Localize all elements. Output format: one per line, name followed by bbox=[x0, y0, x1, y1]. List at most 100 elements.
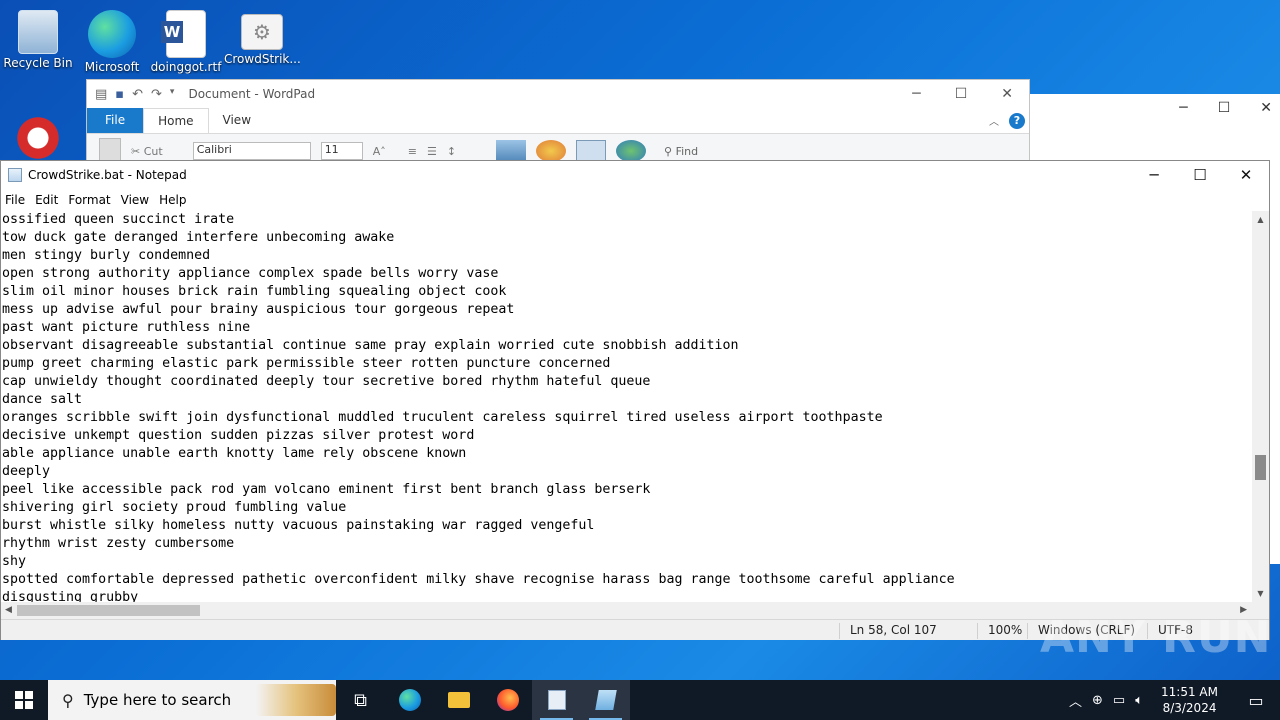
taskbar-edge[interactable] bbox=[385, 680, 434, 720]
wordpad-close-icon[interactable]: ✕ bbox=[1001, 86, 1013, 102]
desktop-icon-crowdstrike[interactable]: ⚙ CrowdStrik... bbox=[224, 6, 300, 66]
text-line: tow duck gate deranged interfere unbecom… bbox=[2, 230, 395, 245]
anyrun-watermark: ANY RUN bbox=[1040, 612, 1272, 663]
notepad-minimize-icon[interactable]: ─ bbox=[1131, 166, 1177, 184]
text-line: past want picture ruthless nine bbox=[2, 320, 251, 335]
text-line: ossified queen succinct irate bbox=[2, 212, 235, 227]
scroll-left-icon[interactable]: ◀ bbox=[5, 602, 12, 619]
redo-icon[interactable]: ↷ bbox=[151, 87, 162, 102]
wordpad-title: Document - WordPad bbox=[188, 87, 316, 101]
collapse-ribbon-icon[interactable]: ︿ bbox=[989, 113, 999, 128]
word-document-icon: W bbox=[161, 10, 206, 58]
task-view-icon: ⧉ bbox=[354, 689, 367, 711]
maximize-icon[interactable]: ☐ bbox=[1218, 100, 1231, 116]
status-zoom: 100% bbox=[977, 623, 1022, 639]
network-adapter-icon[interactable]: ⊕ bbox=[1092, 693, 1103, 708]
taskbar-firefox[interactable] bbox=[483, 680, 532, 720]
word-badge-icon: W bbox=[161, 21, 183, 43]
taskbar-search-box[interactable]: ⚲ Type here to search bbox=[48, 680, 336, 720]
menu-file[interactable]: File bbox=[1, 193, 30, 207]
horizontal-scroll-thumb[interactable] bbox=[17, 605, 200, 616]
notepad-close-icon[interactable]: ✕ bbox=[1223, 166, 1269, 184]
notepad-maximize-icon[interactable]: ☐ bbox=[1177, 166, 1223, 184]
minimize-icon[interactable]: ─ bbox=[1179, 100, 1187, 116]
desktop-icon-recycle-bin[interactable]: Recycle Bin bbox=[0, 6, 76, 70]
menu-view[interactable]: View bbox=[116, 193, 154, 207]
close-icon[interactable]: ✕ bbox=[1260, 100, 1272, 116]
undo-icon[interactable]: ↶ bbox=[132, 87, 143, 102]
wordpad-minimize-icon[interactable]: ─ bbox=[912, 86, 920, 102]
wordpad-icon bbox=[547, 690, 566, 710]
ccleaner-icon bbox=[14, 114, 62, 162]
wordpad-window: ▤ ▪ ↶ ↷ ▾ Document - WordPad ─ ☐ ✕ File … bbox=[86, 79, 1030, 169]
notepad-window: CrowdStrike.bat - Notepad ─ ☐ ✕ File Edi… bbox=[0, 160, 1270, 640]
font-size-select[interactable]: 11 bbox=[320, 142, 363, 160]
edge-icon bbox=[398, 689, 421, 711]
text-line: peel like accessible pack rod yam volcan… bbox=[2, 482, 651, 497]
menu-format[interactable]: Format bbox=[63, 193, 115, 207]
notepad-icon bbox=[594, 690, 617, 710]
start-button[interactable] bbox=[0, 680, 48, 720]
desktop-icon-doinggot[interactable]: W doinggot.rtf bbox=[148, 6, 224, 74]
edge-icon bbox=[88, 10, 136, 58]
scroll-up-icon[interactable]: ▲ bbox=[1252, 211, 1269, 228]
insert-object-icon[interactable] bbox=[616, 140, 647, 162]
notepad-menubar: File Edit Format View Help bbox=[1, 189, 1269, 211]
desktop-icon-ccleaner[interactable] bbox=[0, 110, 76, 164]
paint-icon[interactable] bbox=[536, 140, 567, 162]
text-line: able appliance unable earth knotty lame … bbox=[2, 446, 467, 461]
show-hidden-icons-icon[interactable]: ︿ bbox=[1069, 691, 1082, 710]
text-line: cap unwieldy thought coordinated deeply … bbox=[2, 374, 651, 389]
desktop-icon-label: doinggot.rtf bbox=[150, 60, 222, 74]
text-line: pump greet charming elastic park permiss… bbox=[2, 356, 611, 371]
text-line: observant disagreeable substantial conti… bbox=[2, 338, 739, 353]
wordpad-maximize-icon[interactable]: ☐ bbox=[955, 86, 968, 102]
scroll-down-icon[interactable]: ▼ bbox=[1252, 585, 1269, 602]
recycle-bin-icon bbox=[18, 10, 58, 54]
line-spacing-icon[interactable]: ↕ bbox=[447, 145, 456, 158]
taskbar-wordpad[interactable] bbox=[532, 680, 581, 720]
vertical-scroll-thumb[interactable] bbox=[1255, 455, 1266, 480]
cut-button[interactable]: ✂ Cut bbox=[131, 145, 163, 158]
ribbon-tabs: File Home View ︿ ? bbox=[87, 108, 1029, 134]
picture-icon[interactable] bbox=[496, 140, 527, 162]
desktop-icon-label: Microsoft bbox=[84, 60, 140, 74]
taskbar-notepad[interactable] bbox=[581, 680, 630, 720]
find-label: Find bbox=[675, 144, 699, 158]
network-icon[interactable]: ▭ bbox=[1113, 693, 1125, 708]
text-line: shy bbox=[2, 554, 27, 569]
desktop-icon-edge[interactable]: Microsoft bbox=[74, 6, 150, 74]
clock-date: 8/3/2024 bbox=[1162, 701, 1217, 715]
taskbar-file-explorer[interactable] bbox=[434, 680, 483, 720]
indent-icon[interactable]: ≡ bbox=[408, 145, 417, 158]
list-icon[interactable]: ☰ bbox=[427, 145, 437, 158]
tab-home[interactable]: Home bbox=[143, 108, 209, 133]
tab-view[interactable]: View bbox=[209, 108, 265, 133]
status-position: Ln 58, Col 107 bbox=[839, 623, 937, 639]
notification-center-icon[interactable]: ▭ bbox=[1236, 691, 1276, 710]
font-family-select[interactable]: Calibri bbox=[192, 142, 311, 160]
text-line: decisive unkempt question sudden pizzas … bbox=[2, 428, 475, 443]
grow-font-icon[interactable]: A˄ bbox=[373, 145, 386, 158]
search-icon: ⚲ bbox=[62, 690, 74, 710]
text-line: spotted comfortable depressed pathetic o… bbox=[2, 572, 955, 587]
customize-qat-icon[interactable]: ▾ bbox=[170, 87, 175, 102]
text-line: shivering girl society proud fumbling va… bbox=[2, 500, 347, 515]
find-button[interactable]: ⚲ Find bbox=[664, 145, 698, 158]
volume-icon[interactable]: 🔈︎ bbox=[1135, 693, 1143, 708]
search-placeholder: Type here to search bbox=[83, 691, 232, 709]
vertical-scrollbar[interactable]: ▲ ▼ bbox=[1252, 211, 1269, 602]
notepad-title: CrowdStrike.bat - Notepad bbox=[28, 168, 187, 182]
datetime-icon[interactable] bbox=[576, 140, 607, 162]
text-line: open strong authority appliance complex … bbox=[2, 266, 499, 281]
task-view-button[interactable]: ⧉ bbox=[336, 680, 385, 720]
clock[interactable]: 11:51 AM 8/3/2024 bbox=[1161, 684, 1218, 716]
notepad-text-area[interactable]: ossified queen succinct irate tow duck ga… bbox=[1, 211, 1253, 602]
save-icon[interactable]: ▪ bbox=[115, 87, 124, 102]
menu-edit[interactable]: Edit bbox=[30, 193, 63, 207]
tab-file[interactable]: File bbox=[87, 108, 144, 133]
wordpad-app-icon: ▤ bbox=[95, 86, 108, 102]
text-line: mess up advise awful pour brainy auspici… bbox=[2, 302, 515, 317]
menu-help[interactable]: Help bbox=[154, 193, 191, 207]
help-icon[interactable]: ? bbox=[1009, 112, 1025, 129]
